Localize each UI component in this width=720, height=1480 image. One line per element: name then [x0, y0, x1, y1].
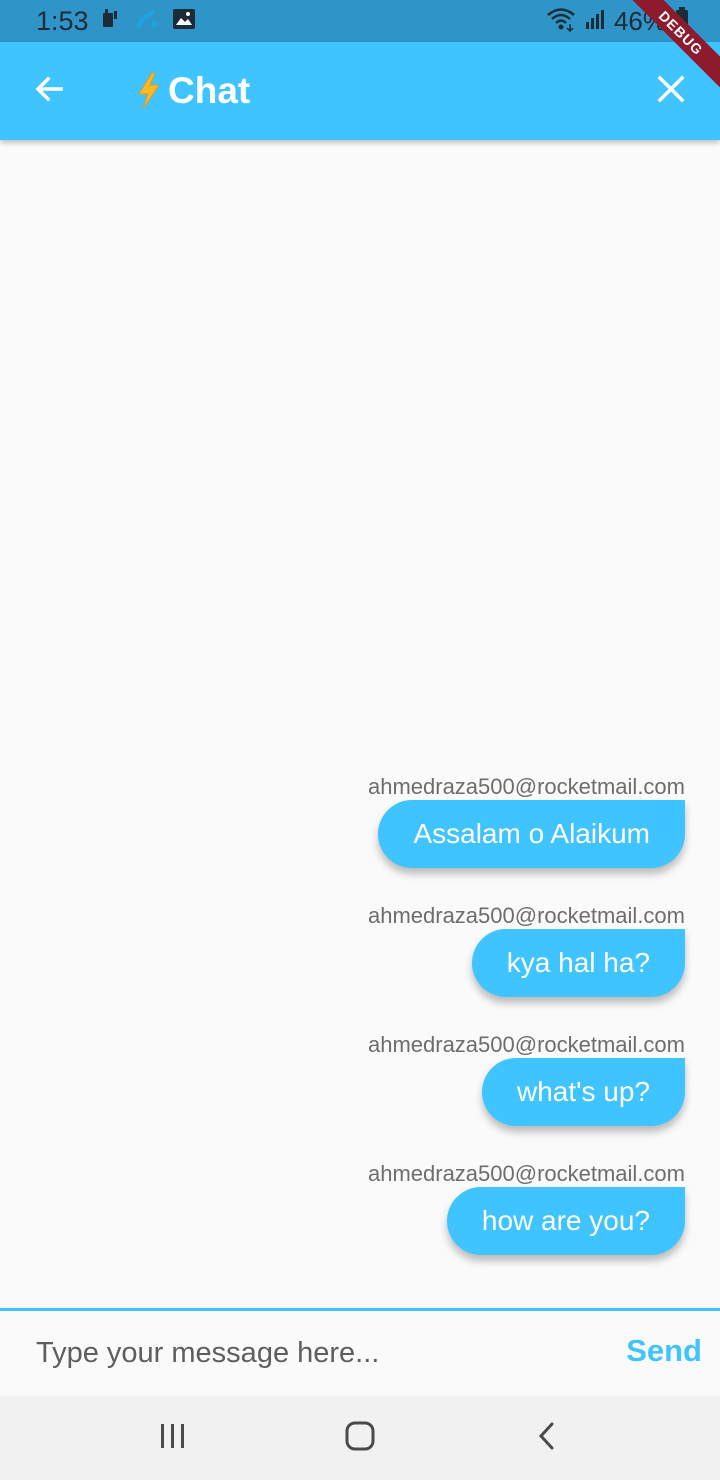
page-title: Chat: [168, 70, 251, 111]
recent-apps-icon: [158, 1422, 188, 1455]
message-sender: ahmedraza500@rocketmail.com: [367, 1032, 685, 1057]
wifi-icon: [546, 6, 576, 37]
home-icon: [344, 1421, 376, 1456]
system-nav-bar: [0, 1396, 720, 1480]
message-item: ahmedraza500@rocketmail.com Assalam o Al…: [368, 774, 685, 868]
message-item: ahmedraza500@rocketmail.com how are you?: [368, 1161, 685, 1255]
message-bubble: Assalam o Alaikum: [378, 800, 685, 868]
sim-icon: [100, 7, 122, 36]
status-time: 1:53: [36, 6, 89, 36]
back-arrow-icon: [33, 73, 65, 110]
send-button[interactable]: Send: [626, 1333, 702, 1369]
message-sender: ahmedraza500@rocketmail.com: [367, 903, 685, 928]
back-button[interactable]: [22, 64, 76, 118]
status-icons-left: [100, 7, 196, 36]
back-icon: [535, 1421, 559, 1456]
lightning-icon: [134, 71, 164, 111]
signal-app-icon: [134, 8, 160, 35]
message-sender: ahmedraza500@rocketmail.com: [367, 1161, 685, 1186]
message-item: ahmedraza500@rocketmail.com kya hal ha?: [368, 903, 685, 997]
gallery-icon: [172, 8, 196, 35]
app-bar: Chat: [0, 42, 720, 140]
close-icon: [657, 75, 685, 108]
message-composer: Send: [0, 1311, 720, 1396]
message-bubble: kya hal ha?: [471, 929, 685, 997]
message-bubble: what's up?: [482, 1058, 685, 1126]
app-title: Chat: [134, 68, 250, 114]
chat-screen: 1:53 46% DEBUG Chat ahmedraza500@rocketm…: [0, 0, 720, 1480]
message-item: ahmedraza500@rocketmail.com what's up?: [368, 1032, 685, 1126]
home-button[interactable]: [335, 1414, 385, 1462]
recent-apps-button[interactable]: [148, 1414, 198, 1462]
message-bubble: how are you?: [446, 1187, 685, 1255]
cellular-signal-icon: [584, 8, 606, 35]
message-input[interactable]: [36, 1329, 596, 1377]
message-list[interactable]: ahmedraza500@rocketmail.com Assalam o Al…: [0, 140, 720, 1308]
status-bar: 1:53 46%: [0, 0, 720, 42]
close-button[interactable]: [644, 64, 698, 118]
message-sender: ahmedraza500@rocketmail.com: [367, 774, 685, 799]
nav-back-button[interactable]: [522, 1414, 572, 1462]
